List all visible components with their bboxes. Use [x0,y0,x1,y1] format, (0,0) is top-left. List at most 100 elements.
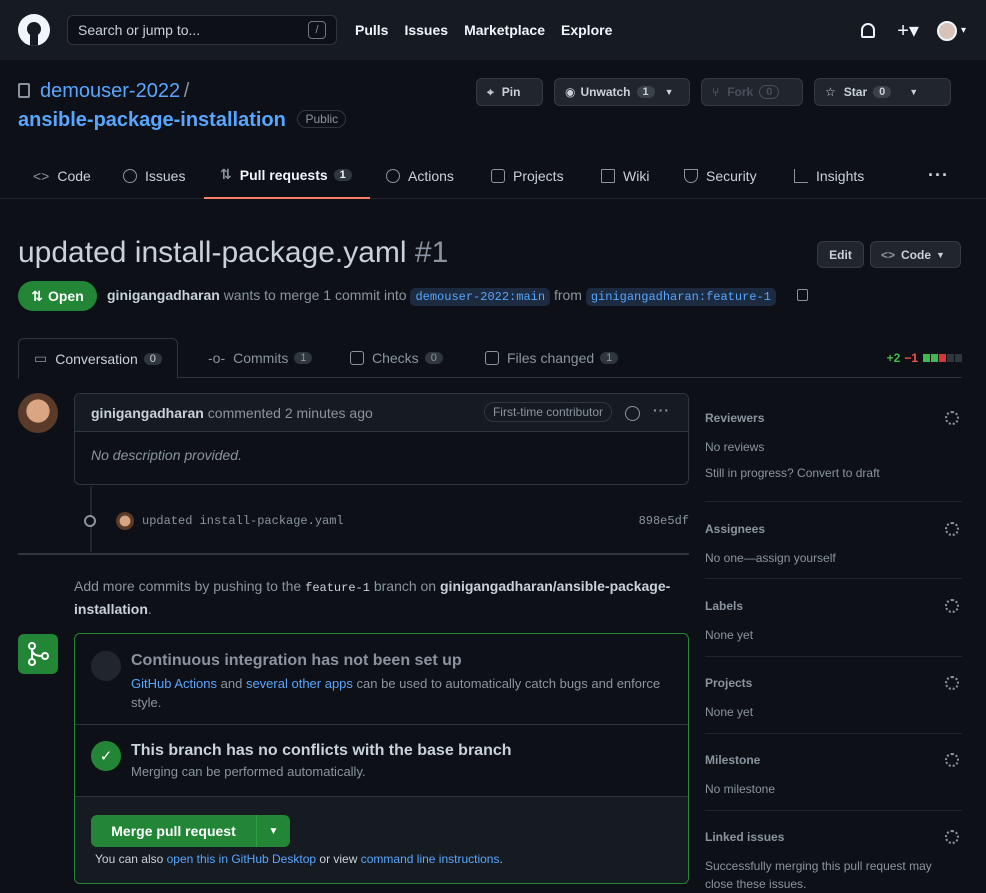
reviewers-gear-icon[interactable] [945,411,959,425]
open-in-desktop-link[interactable]: open this in GitHub Desktop [167,852,316,866]
search-input[interactable]: Search or jump to... / [67,15,337,45]
commit-message-link[interactable]: updated install-package.yaml [142,514,344,528]
tab-projects[interactable]: Projects [491,152,564,199]
tab-code[interactable]: <> Code [33,152,91,199]
tab-checks-label: Checks [372,350,419,366]
unwatch-chevron-down-icon[interactable]: ▼ [665,87,674,97]
pr-author-link[interactable]: ginigangadharan [107,287,220,303]
feature-branch-name: feature-1 [305,581,370,595]
nav-issues[interactable]: Issues [404,22,448,38]
github-logo-icon[interactable] [18,14,50,46]
assignees-title[interactable]: Assignees [705,522,962,536]
pull-request-icon: ⇅ [31,287,43,304]
user-avatar[interactable] [936,20,957,41]
ci-title: Continuous integration has not been set … [131,652,462,669]
labels-gear-icon[interactable] [945,599,959,613]
github-actions-link[interactable]: GitHub Actions [131,676,217,691]
projects-title[interactable]: Projects [705,676,962,690]
command-line-instructions-link[interactable]: command line instructions [361,852,500,866]
pr-meta: ginigangadharan wants to merge 1 commit … [107,287,776,306]
tab-pull-requests[interactable]: ⇅ Pull requests 1 [204,152,370,199]
chevron-down-icon: ▼ [936,249,945,260]
pin-button[interactable]: ⌖ Pin [476,78,543,106]
nav-pulls[interactable]: Pulls [355,22,388,38]
author-avatar[interactable] [18,393,58,433]
repo-separator: / [183,80,190,102]
more-tabs-kebab-icon[interactable]: ··· [928,152,949,199]
no-conflicts-subtitle: Merging can be performed automatically. [131,764,366,779]
notifications-bell-icon[interactable] [861,23,876,38]
star-button[interactable]: ☆ Star 0 ▼ [814,78,951,106]
edit-button[interactable]: Edit [817,241,864,268]
unwatch-count: 1 [636,86,655,98]
linked-issues-value: Successfully merging this pull request m… [705,859,932,891]
unwatch-label: Unwatch [580,85,631,99]
pr-comment: ginigangadharan commented 2 minutes ago … [74,393,689,485]
add-more-mid: branch on [373,578,437,594]
star-label: Star [843,85,868,99]
other-apps-link[interactable]: several other apps [246,676,353,691]
tab-checks[interactable]: Checks 0 [350,338,443,378]
tab-files-changed[interactable]: Files changed 1 [485,338,619,378]
sidebar-linked-issues: Linked issues Successfully merging this … [705,830,962,893]
nav-marketplace[interactable]: Marketplace [464,22,545,38]
copy-icon[interactable] [797,289,808,301]
tab-commits[interactable]: -o- Commits 1 [208,338,313,378]
tab-wiki[interactable]: Wiki [601,152,649,199]
create-new-plus-icon[interactable]: +▾ [897,18,919,43]
pr-meta-text: wants to merge 1 commit into [223,287,407,303]
diffstat-block [939,354,946,362]
unwatch-button[interactable]: ◉ Unwatch 1 ▼ [554,78,690,106]
pr-state-label: Open [47,288,84,304]
convert-to-draft-text[interactable]: Still in progress? Convert to draft [705,464,962,482]
tab-security-label: Security [706,167,757,184]
sidebar-labels: Labels None yet [705,599,962,644]
reviewers-title[interactable]: Reviewers [705,411,962,425]
fork-button[interactable]: ⑂ Fork 0 [701,78,803,106]
nav-explore[interactable]: Explore [561,22,612,38]
tab-security[interactable]: Security [684,152,757,199]
git-merge-icon [18,634,58,674]
head-branch[interactable]: ginigangadharan:feature-1 [585,288,776,306]
repo-owner-link[interactable]: demouser-2022 [40,80,180,102]
commit-sha-link[interactable]: 898e5df [639,514,689,528]
actions-play-icon [386,168,400,183]
pin-label: Pin [501,85,521,99]
star-chevron-down-icon[interactable]: ▼ [909,87,918,97]
merge-pull-request-button[interactable]: Merge pull request ▼ [91,815,290,847]
tab-conversation[interactable]: ▭ Conversation 0 [18,338,178,379]
assignees-gear-icon[interactable] [945,522,959,536]
milestone-title[interactable]: Milestone [705,753,962,767]
tab-insights[interactable]: Insights [794,152,864,199]
commit-author-avatar[interactable] [116,512,134,530]
assignees-value[interactable]: No one—assign yourself [705,549,962,567]
comment-kebab-icon[interactable]: ··· [653,402,670,418]
linked-issues-gear-icon[interactable] [945,830,959,844]
tab-actions[interactable]: Actions [386,152,454,199]
milestone-gear-icon[interactable] [945,753,959,767]
files-changed-count: 1 [600,352,619,364]
avatar-chevron-down-icon[interactable]: ▾ [961,25,966,36]
slash-key-hint: / [308,21,326,39]
base-branch[interactable]: demouser-2022:main [410,288,551,306]
diffstat-block [947,354,954,362]
projects-gear-icon[interactable] [945,676,959,690]
fork-count: 0 [759,85,780,99]
comment-author-link[interactable]: ginigangadharan [91,405,204,421]
comment-timestamp[interactable]: commented 2 minutes ago [208,405,373,421]
tab-issues[interactable]: Issues [123,152,185,199]
labels-title[interactable]: Labels [705,599,962,613]
merge-options-chevron-down-icon[interactable]: ▼ [256,815,290,847]
comment-body: No description provided. [91,447,242,463]
tab-commits-label: Commits [233,350,289,366]
global-header: Search or jump to... / Pulls Issues Mark… [0,0,986,60]
smiley-reaction-icon[interactable] [625,406,640,421]
project-board-icon [491,168,505,183]
linked-issues-title[interactable]: Linked issues [705,830,962,844]
add-more-pre: Add more commits by pushing to the [74,578,302,594]
tab-actions-label: Actions [408,167,454,184]
repo-name-link[interactable]: ansible-package-installation [18,109,286,131]
sidebar-milestone: Milestone No milestone [705,753,962,798]
checks-count: 0 [424,352,443,364]
code-dropdown-button[interactable]: <> Code ▼ [870,241,961,268]
